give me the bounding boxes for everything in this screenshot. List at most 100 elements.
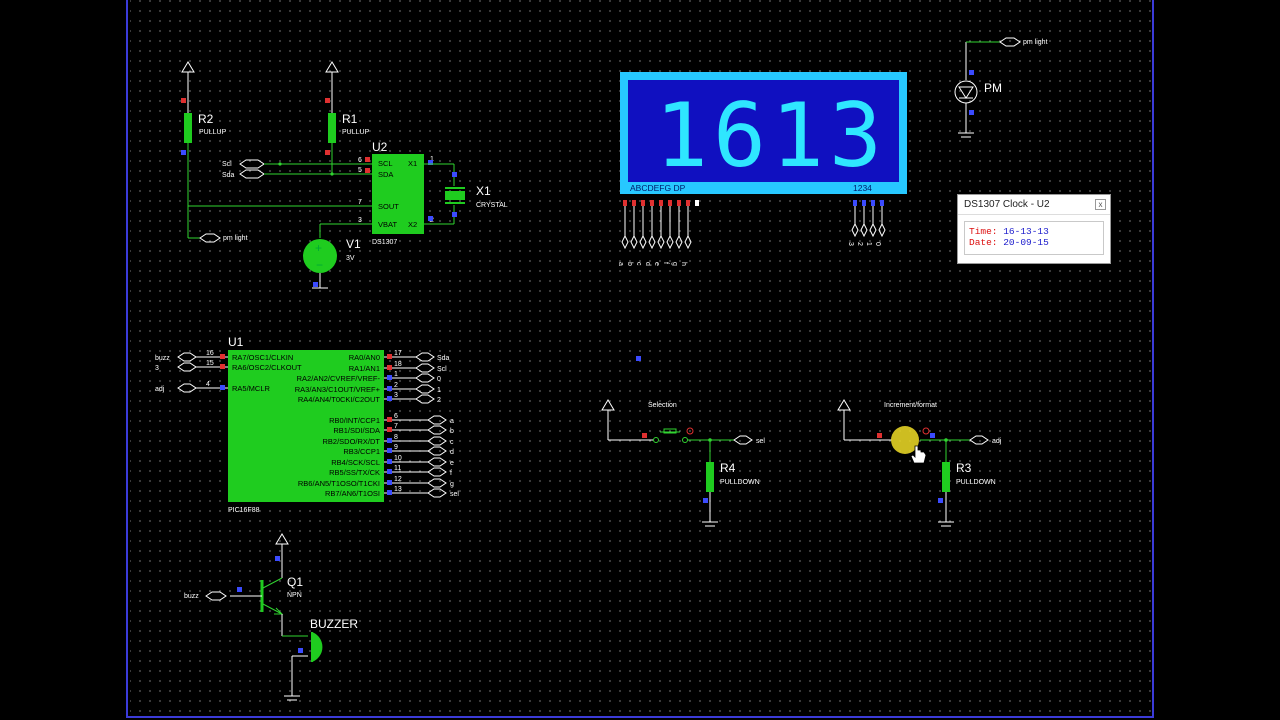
u2-pin-scl: SCL: [378, 159, 393, 168]
pm-light-terminal[interactable]: pm light: [188, 233, 248, 243]
x1-ref: X1: [476, 184, 491, 198]
u1-rb-num-0: 6: [394, 413, 398, 420]
r3-value: PULLDOWN: [956, 479, 996, 486]
u1-rb-num-2: 8: [394, 434, 398, 441]
u1-rb-terminal-1: b: [450, 428, 454, 435]
sda-terminal[interactable]: Sda: [222, 169, 372, 179]
adj-terminal-right[interactable]: adj: [969, 435, 1002, 445]
u1-rb-num-1: 7: [394, 423, 398, 430]
date-value: 20-09-15: [1003, 237, 1049, 248]
pm-ref: PM: [984, 81, 1002, 95]
x1-value: CRYSTAL: [476, 202, 508, 209]
u2-ref: U2: [372, 140, 388, 154]
digit-2: 6: [713, 84, 766, 187]
u1-ra-num-2: 1: [394, 371, 398, 378]
u1-ra-num-1: 18: [394, 361, 402, 368]
r3-resistor[interactable]: R3 PULLDOWN: [938, 440, 996, 527]
u1-rb-pin-7: RB7/AN6/T1OSI: [325, 489, 380, 498]
seven-segment-display[interactable]: 1 6 1 3 ABCDEFG DP 1234: [620, 72, 907, 194]
u1-left-pin-2: RA5/MCLR: [232, 384, 271, 393]
segment-pins: abcdefgh: [617, 200, 699, 266]
u1-ra-pin-3: RA3/AN3/C1OUT/VREF+: [295, 385, 381, 394]
u1-rb-terminal-6: g: [450, 481, 454, 488]
u1-ref: U1: [228, 335, 244, 349]
pm-light2-label: pm light: [1023, 39, 1048, 46]
pm-led[interactable]: pm light PM: [954, 37, 1048, 138]
u1-ra-pin-1: RA1/AN1: [349, 364, 380, 373]
u2-num-5: 5: [358, 167, 362, 174]
buzz2-terminal-label: buzz: [184, 593, 199, 600]
time-value: 16-13-13: [1003, 226, 1049, 237]
seg-terminal-2: c: [635, 262, 642, 266]
seg-terminal-3: d: [644, 262, 651, 266]
u2-pin-sda: SDA: [378, 170, 393, 179]
u1-left-terminal-1: 3: [155, 365, 159, 372]
u1-rb-pin-1: RB1/SDI/SDA: [333, 426, 380, 435]
u1-ra-terminal-4: 2: [437, 397, 441, 404]
probe-marker: [636, 356, 641, 361]
seg-terminal-4: e: [653, 262, 660, 266]
u1-rb-num-5: 11: [394, 465, 401, 472]
u1-rb-pin-4: RB4/SCK/SCL: [331, 458, 380, 467]
r2-resistor[interactable]: R2 PULLUP: [181, 61, 227, 238]
u2-num-6: 6: [358, 157, 362, 164]
r1-ref: R1: [342, 112, 358, 126]
seg-terminal-0: a: [617, 262, 624, 266]
r2-ref: R2: [198, 112, 214, 126]
u1-ra-terminal-2: 0: [437, 376, 441, 383]
seg-terminal-6: g: [671, 262, 678, 266]
r2-value: PULLUP: [199, 129, 227, 136]
u1-rb-pin-5: RB5/SS/TX/CK: [329, 468, 380, 477]
v1-battery[interactable]: + − V1 3V: [303, 224, 361, 289]
svg-text:+: +: [315, 241, 322, 255]
display-seg-labels: ABCDEFG DP: [630, 183, 686, 193]
digit-terminal-1: 2: [856, 242, 863, 246]
u1-left-num-1: 15: [206, 360, 214, 367]
svg-text:−: −: [316, 258, 323, 272]
buzzer[interactable]: BUZZER: [282, 617, 358, 701]
u1-left-num-0: 16: [206, 350, 214, 357]
increment-format-button[interactable]: Increment/format: [837, 399, 970, 454]
u1-ra-terminal-0: Sda: [437, 355, 450, 362]
u1-ra-pin-0: RA0/AN0: [349, 353, 380, 362]
digit-1: 1: [655, 84, 708, 187]
sda-terminal-label: Sda: [222, 172, 235, 179]
u1-ra-terminal-1: Scl: [437, 366, 447, 373]
u1-part: PIC16F88: [228, 507, 260, 514]
u1-rb-pin-0: RB0/INT/CCP1: [329, 416, 380, 425]
x1-crystal[interactable]: X1 CRYSTAL: [424, 163, 508, 225]
u1-ra-num-0: 17: [394, 350, 402, 357]
buzz-terminal[interactable]: buzz: [184, 591, 227, 601]
u2-ds1307[interactable]: U2 SCL SDA SOUT VBAT X1 X2 6 5 7 3 1 2 D…: [358, 140, 434, 246]
u1-ra-pin-4: RA4/AN4/T0CKI/C2OUT: [298, 395, 381, 404]
ds1307-clock-popup[interactable]: DS1307 Clock - U2 x Time: 16-13-13 Date:…: [957, 194, 1111, 264]
u2-pin-vbat: VBAT: [378, 220, 397, 229]
u1-rb-terminal-4: e: [450, 460, 454, 467]
selection-button[interactable]: Selection: [601, 399, 734, 443]
u1-rb-pin-3: RB3/CCP1: [343, 447, 380, 456]
u1-rb-terminal-7: sel: [450, 491, 459, 498]
u2-pin-x2: X2: [408, 220, 417, 229]
r4-resistor[interactable]: R4 PULLDOWN: [702, 440, 760, 527]
u2-num-3: 3: [358, 217, 362, 224]
u1-left-terminal-2: adj: [155, 386, 165, 393]
pm-light-terminal-label: pm light: [223, 235, 248, 242]
u1-ra-num-4: 3: [394, 392, 398, 399]
r4-ref: R4: [720, 461, 736, 475]
digit-terminal-2: 1: [865, 242, 872, 246]
u2-pin-x1: X1: [408, 159, 417, 168]
seg-terminal-7: h: [680, 262, 687, 266]
seg-terminal-5: f: [662, 262, 669, 264]
u1-rb-pin-2: RB2/SDO/RX/DT: [322, 437, 380, 446]
digit-3: 1: [771, 84, 824, 187]
date-key: Date:: [969, 237, 998, 248]
scl-terminal[interactable]: Scl: [222, 159, 372, 169]
u1-rb-terminal-5: f: [450, 470, 452, 477]
r4-value: PULLDOWN: [720, 479, 760, 486]
sel-terminal[interactable]: sel: [733, 435, 765, 445]
scl-terminal-label: Scl: [222, 161, 232, 168]
close-icon[interactable]: x: [1095, 199, 1106, 210]
digit-terminal-0: 3: [847, 242, 854, 246]
r1-resistor[interactable]: R1 PULLUP: [325, 61, 370, 175]
q1-transistor[interactable]: Q1 NPN: [230, 533, 303, 636]
